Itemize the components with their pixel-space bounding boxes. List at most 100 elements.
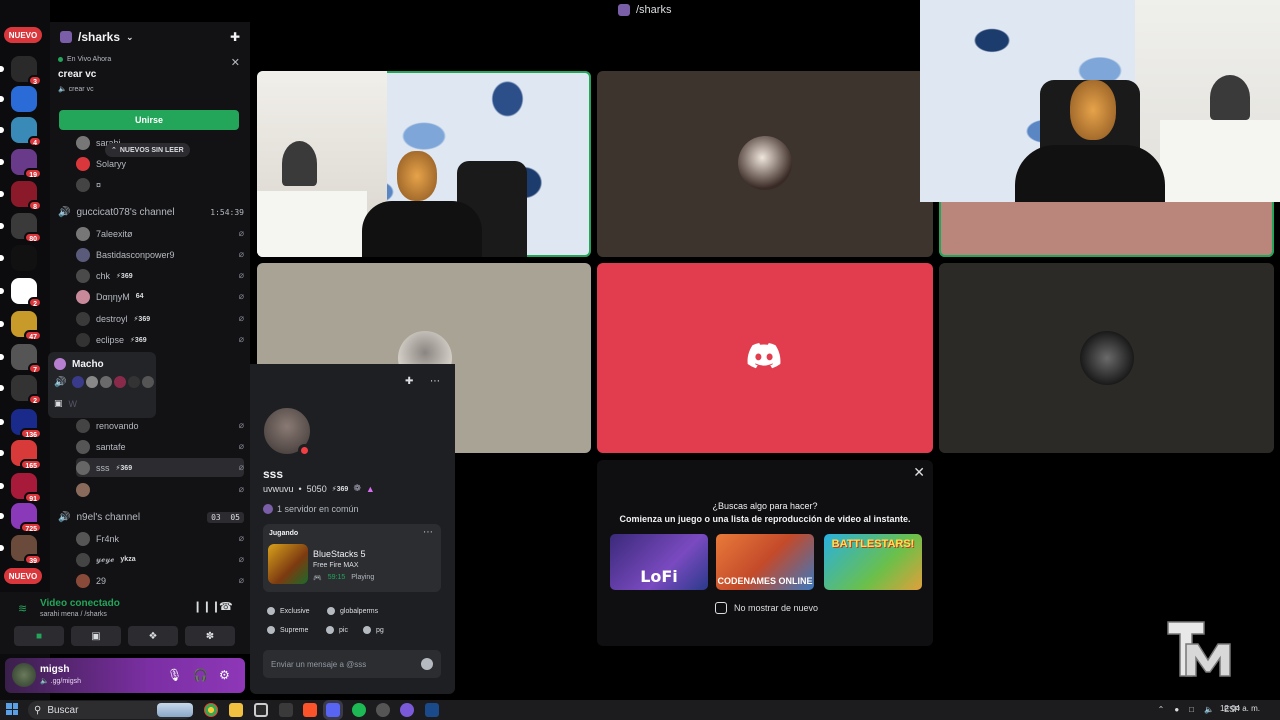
more-options-icon[interactable]: ⋯ <box>423 527 433 538</box>
steam-icon[interactable] <box>425 703 439 717</box>
server-header[interactable]: /sharks ⌄ ✚ <box>50 22 250 52</box>
server-icon-8[interactable]: 2 <box>0 278 42 308</box>
activity-lofi[interactable]: LoFi <box>610 534 708 590</box>
role-chip: Exclusive <box>267 607 310 615</box>
server-icon-13[interactable]: 165 <box>0 440 42 470</box>
voice-user[interactable]: renovando ⌀ <box>76 416 244 435</box>
unread-dot <box>0 545 4 551</box>
activity-codenames[interactable]: CODENAMES ONLINE <box>716 534 814 590</box>
voice-channel-guccicat[interactable]: 🔊 guccicat078's channel 1:54:39 <box>58 203 244 221</box>
activity-battlestars[interactable]: BATTLESTARS! <box>824 534 922 590</box>
voice-user[interactable]: Solaryy <box>76 154 244 173</box>
user-panel[interactable]: migsh 🔈 .gg/migsh 🎙 🎧 ⚙ <box>5 658 245 693</box>
join-button[interactable]: Unirse <box>59 110 239 130</box>
voice-user[interactable]: eclipse ⚡369 ⌀ <box>76 330 244 349</box>
server-icon-7[interactable] <box>0 245 37 271</box>
unread-dot <box>0 96 4 102</box>
muted-mic-icon: ⌀ <box>238 334 244 344</box>
store-icon[interactable] <box>254 703 268 717</box>
dont-show-again[interactable]: No mostrar de nuevo <box>715 602 818 614</box>
obs-icon[interactable] <box>376 703 390 717</box>
avatar <box>76 531 90 546</box>
dont-show-checkbox[interactable] <box>715 602 727 614</box>
volume-icon[interactable]: 🔈 <box>1204 705 1214 714</box>
headphones-icon[interactable]: 🎧 <box>193 668 208 682</box>
file-explorer-icon[interactable] <box>229 703 243 717</box>
voice-user-name: renovando <box>96 420 139 431</box>
voice-user[interactable]: 7aleexitø ⌀ <box>76 224 244 243</box>
server-icon-10[interactable]: 7 <box>0 344 42 374</box>
close-icon[interactable]: ✕ <box>231 56 240 69</box>
voice-user[interactable]: 29 ⌀ <box>76 571 244 590</box>
voice-user[interactable]: destroyl ⚡369 ⌀ <box>76 309 244 328</box>
screen-share-button[interactable]: ▣ <box>71 626 121 646</box>
voice-user[interactable]: DαηηyМ 64 ⌀ <box>76 287 244 306</box>
chevron-down-icon[interactable]: ⌄ <box>126 32 134 43</box>
unread-dot <box>0 385 4 391</box>
new-servers-pill-bottom[interactable]: NUEVO <box>4 568 42 584</box>
server-icon-16[interactable]: 39 <box>0 535 42 565</box>
server-icon-4[interactable]: 19 <box>0 149 42 179</box>
mention-badge: 2 <box>28 394 42 405</box>
taskbar-clock[interactable]: 12:04 a. m. <box>1220 704 1260 713</box>
user-avatar[interactable] <box>12 663 36 687</box>
mutual-servers[interactable]: 1 servidor en común <box>263 504 359 514</box>
more-options-icon[interactable]: ⋯ <box>430 376 440 387</box>
terminal-icon[interactable] <box>279 703 293 717</box>
voice-user[interactable]: ⌀ <box>76 480 244 499</box>
server-icon-5[interactable]: 8 <box>0 181 42 211</box>
server-icon-2[interactable] <box>0 86 37 112</box>
signal-icon[interactable]: ≋ <box>18 602 27 615</box>
server-icon-6[interactable]: 80 <box>0 213 42 243</box>
spotify-icon[interactable] <box>352 703 366 717</box>
voice-user[interactable]: Fr4nk ⌀ <box>76 529 244 548</box>
voice-user[interactable]: Bastidasconpower9 ⌀ <box>76 245 244 264</box>
video-button[interactable]: ■ <box>14 626 64 646</box>
voice-channel-n9el[interactable]: 🔊 n9el's channel 03 05 <box>58 508 244 526</box>
mention-badge: 725 <box>20 522 42 533</box>
direct-message-input[interactable] <box>271 656 411 672</box>
disconnect-icon[interactable]: ☎ <box>219 600 233 613</box>
server-icon-1[interactable]: 3 <box>0 56 42 86</box>
soundboard-icon: ✽ <box>205 630 215 642</box>
mention-badge: 91 <box>24 492 42 503</box>
video-tile-user-2[interactable] <box>597 71 933 257</box>
mention-badge: 39 <box>24 554 42 565</box>
server-icon-14[interactable]: 91 <box>0 473 42 503</box>
soundboard-button[interactable]: ✽ <box>185 626 235 646</box>
close-icon[interactable]: ✕ <box>913 464 925 481</box>
server-icon-9[interactable]: 47 <box>0 311 42 341</box>
noise-suppression-icon[interactable]: ❙❙❙ <box>193 600 221 613</box>
user-tag: ⚡369 <box>130 336 147 344</box>
taskbar-search[interactable]: ⚲ Buscar <box>28 701 193 719</box>
server-icon-3[interactable]: 4 <box>0 117 42 147</box>
new-servers-pill-top[interactable]: NUEVO <box>4 27 42 43</box>
network-icon[interactable]: □ <box>1189 705 1194 714</box>
app-icon[interactable] <box>400 703 414 717</box>
voice-user[interactable]: ¤ <box>76 175 244 194</box>
voice-user[interactable]: chk ⚡369 ⌀ <box>76 266 244 285</box>
voice-location[interactable]: sarahi mena / /sharks <box>40 611 107 618</box>
invite-people-icon[interactable]: ✚ <box>230 30 240 44</box>
voice-user[interactable]: 𝓎𝓮𝓎𝓮 ykza ⌀ <box>76 550 244 569</box>
windows-start-icon[interactable] <box>6 703 18 715</box>
video-tile-user-6[interactable] <box>939 263 1274 453</box>
add-friend-icon[interactable]: ✚ <box>405 376 413 387</box>
chrome-icon[interactable] <box>204 703 218 717</box>
activities-button[interactable]: ❖ <box>128 626 178 646</box>
chevron-up-icon[interactable]: ⌃ <box>1158 705 1165 714</box>
server-icon-12[interactable]: 136 <box>0 409 42 439</box>
emoji-icon[interactable] <box>421 658 433 670</box>
voice-user[interactable]: sss ⚡369 ⌀ <box>76 458 244 477</box>
discord-icon[interactable] <box>326 703 340 717</box>
voice-user[interactable]: santafe ⌀ <box>76 437 244 456</box>
channel-watermark-logo <box>1167 621 1231 677</box>
server-icon-11[interactable]: 2 <box>0 375 42 405</box>
video-tile-self[interactable] <box>257 71 591 257</box>
microphone-icon[interactable]: 🎙 <box>167 668 182 682</box>
server-icon-15[interactable]: 725 <box>0 503 42 533</box>
mic-tray-icon[interactable]: ● <box>1174 705 1179 714</box>
brave-icon[interactable] <box>303 703 317 717</box>
settings-gear-icon[interactable]: ⚙ <box>219 668 230 682</box>
video-tile-user-5[interactable] <box>597 263 933 453</box>
